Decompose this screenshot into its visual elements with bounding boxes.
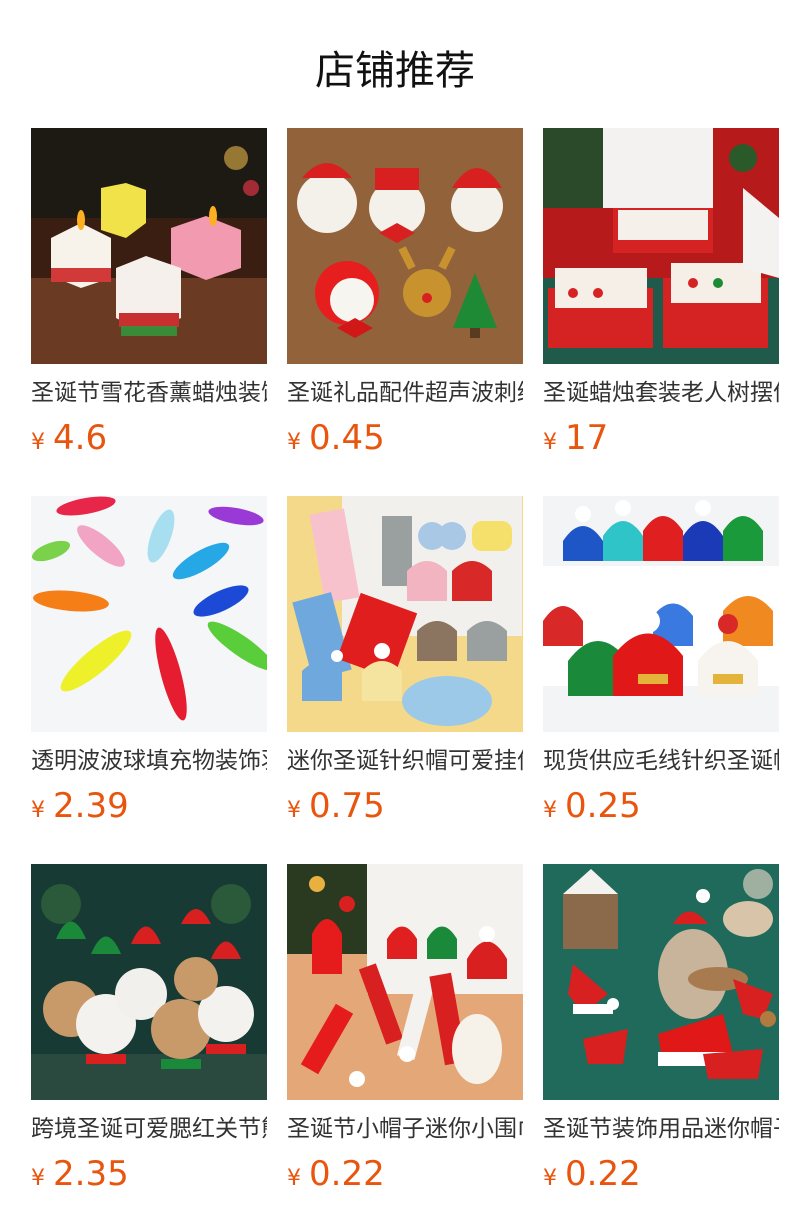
product-price: ¥0.75 (287, 786, 385, 826)
currency-symbol: ¥ (31, 430, 45, 455)
price-value: 2.39 (53, 786, 129, 826)
price-value: 0.22 (565, 1154, 641, 1194)
page-title: 店铺推荐 (315, 48, 475, 94)
product-price: ¥2.39 (31, 786, 129, 826)
product-name[interactable]: 现货供应毛线针织圣诞帽 (543, 746, 779, 776)
currency-symbol: ¥ (287, 430, 301, 455)
felt-christmas-patches-icon[interactable] (287, 128, 523, 364)
currency-symbol: ¥ (31, 1166, 45, 1191)
product-price: ¥4.6 (31, 418, 107, 458)
product-price: ¥0.25 (543, 786, 641, 826)
price-value: 2.35 (53, 1154, 129, 1194)
currency-symbol: ¥ (543, 430, 557, 455)
mini-santa-hats-icon[interactable] (543, 864, 779, 1100)
product-price: ¥2.35 (31, 1154, 129, 1194)
price-value: 0.22 (309, 1154, 385, 1194)
christmas-candle-boxes-icon[interactable] (543, 128, 779, 364)
currency-symbol: ¥ (31, 798, 45, 823)
currency-symbol: ¥ (287, 1166, 301, 1191)
christmas-teddy-bears-icon[interactable] (31, 864, 267, 1100)
price-value: 0.25 (565, 786, 641, 826)
product-price: ¥0.22 (543, 1154, 641, 1194)
mini-knit-hats-scarves-icon[interactable] (287, 496, 523, 732)
snowflake-candles-icon[interactable] (31, 128, 267, 364)
product-name[interactable]: 迷你圣诞针织帽可爱挂件 (287, 746, 523, 776)
knit-pompom-hats-icon[interactable] (543, 496, 779, 732)
product-price: ¥0.45 (287, 418, 385, 458)
price-value: 4.6 (53, 418, 108, 458)
price-value: 0.45 (309, 418, 385, 458)
product-name[interactable]: 透明波波球填充物装饰羽毛 (31, 746, 267, 776)
price-value: 17 (565, 418, 609, 458)
product-name[interactable]: 圣诞节装饰用品迷你帽子 (543, 1114, 779, 1144)
product-price: ¥17 (543, 418, 608, 458)
currency-symbol: ¥ (543, 1166, 557, 1191)
product-price: ¥0.22 (287, 1154, 385, 1194)
currency-symbol: ¥ (543, 798, 557, 823)
product-name[interactable]: 圣诞节小帽子迷你小围巾 (287, 1114, 523, 1144)
colorful-feathers-icon[interactable] (31, 496, 267, 732)
currency-symbol: ¥ (287, 798, 301, 823)
product-name[interactable]: 圣诞节雪花香薰蜡烛装饰 (31, 378, 267, 408)
product-name[interactable]: 圣诞蜡烛套装老人树摆件 (543, 378, 779, 408)
product-name[interactable]: 跨境圣诞可爱腮红关节熊 (31, 1114, 267, 1144)
product-name[interactable]: 圣诞礼品配件超声波刺绣 (287, 378, 523, 408)
price-value: 0.75 (309, 786, 385, 826)
mini-hats-red-scarves-icon[interactable] (287, 864, 523, 1100)
